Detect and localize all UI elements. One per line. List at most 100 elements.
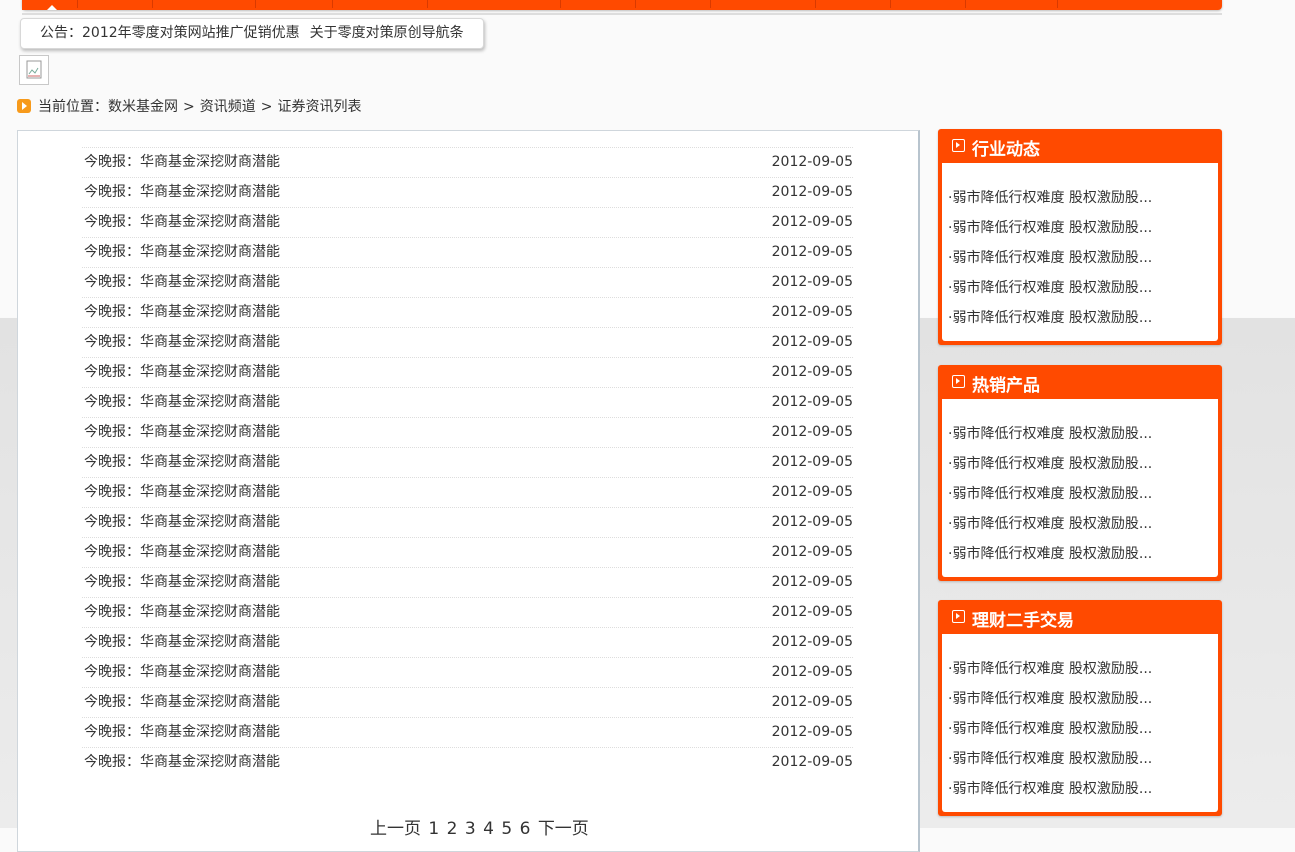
news-title-link[interactable]: 今晚报：华商基金深挖财商潜能 [84, 238, 280, 267]
news-row: 今晚报：华商基金深挖财商潜能 2012-09-05 [82, 717, 853, 747]
page-link[interactable]: 3 [465, 819, 476, 839]
news-title-link[interactable]: 今晚报：华商基金深挖财商潜能 [84, 748, 280, 777]
sidebar-box-header: 热销产品 [938, 365, 1222, 399]
news-title-link[interactable]: 今晚报：华商基金深挖财商潜能 [84, 508, 280, 537]
nav-divider [635, 0, 636, 8]
news-row: 今晚报：华商基金深挖财商潜能 2012-09-05 [82, 537, 853, 567]
sidebar-list-item[interactable]: ·弱市降低行权难度 股权激励股... [948, 684, 1152, 714]
sidebar-box-body: ·弱市降低行权难度 股权激励股... ·弱市降低行权难度 股权激励股... ·弱… [942, 634, 1218, 812]
sidebar-box-body: ·弱市降低行权难度 股权激励股... ·弱市降低行权难度 股权激励股... ·弱… [942, 163, 1218, 341]
sidebar-box-header: 理财二手交易 [938, 600, 1222, 634]
news-list-panel: 今晚报：华商基金深挖财商潜能 2012-09-05 今晚报：华商基金深挖财商潜能 20… [17, 130, 920, 852]
news-row: 今晚报：华商基金深挖财商潜能 2012-09-05 [82, 147, 853, 177]
sidebar-list-item[interactable]: ·弱市降低行权难度 股权激励股... [948, 509, 1152, 539]
sidebar-list-item[interactable]: ·弱市降低行权难度 股权激励股... [948, 449, 1152, 479]
sidebar-list-item[interactable]: ·弱市降低行权难度 股权激励股... [948, 654, 1152, 684]
news-row: 今晚报：华商基金深挖财商潜能 2012-09-05 [82, 627, 853, 657]
news-row: 今晚报：华商基金深挖财商潜能 2012-09-05 [82, 387, 853, 417]
news-title-link[interactable]: 今晚报：华商基金深挖财商潜能 [84, 418, 280, 447]
sidebar-box-secondhand-trading: 理财二手交易 ·弱市降低行权难度 股权激励股... ·弱市降低行权难度 股权激励… [938, 600, 1222, 816]
news-title-link[interactable]: 今晚报：华商基金深挖财商潜能 [84, 628, 280, 657]
news-date: 2012-09-05 [771, 454, 853, 470]
sidebar-list-item[interactable]: ·弱市降低行权难度 股权激励股... [948, 243, 1152, 273]
news-date: 2012-09-05 [771, 364, 853, 380]
notice-label: 公告： [40, 25, 82, 41]
news-row: 今晚报：华商基金深挖财商潜能 2012-09-05 [82, 567, 853, 597]
news-title-link[interactable]: 今晚报：华商基金深挖财商潜能 [84, 598, 280, 627]
sidebar-list-item[interactable]: ·弱市降低行权难度 股权激励股... [948, 303, 1152, 333]
news-row: 今晚报：华商基金深挖财商潜能 2012-09-05 [82, 687, 853, 717]
sidebar-list-item[interactable]: ·弱市降低行权难度 股权激励股... [948, 419, 1152, 449]
sidebar-box-industry-news: 行业动态 ·弱市降低行权难度 股权激励股... ·弱市降低行权难度 股权激励股.… [938, 129, 1222, 345]
sidebar-list-item[interactable]: ·弱市降低行权难度 股权激励股... [948, 479, 1152, 509]
nav-divider [427, 0, 428, 8]
sidebar-list-item[interactable]: ·弱市降低行权难度 股权激励股... [948, 273, 1152, 303]
news-title-link[interactable]: 今晚报：华商基金深挖财商潜能 [84, 688, 280, 717]
news-title-link[interactable]: 今晚报：华商基金深挖财商潜能 [84, 478, 280, 507]
news-row: 今晚报：华商基金深挖财商潜能 2012-09-05 [82, 297, 853, 327]
news-title-link[interactable]: 今晚报：华商基金深挖财商潜能 [84, 148, 280, 177]
sidebar-list-item[interactable]: ·弱市降低行权难度 股权激励股... [948, 774, 1152, 804]
breadcrumb-link-home[interactable]: 数米基金网 [108, 99, 178, 115]
news-title-link[interactable]: 今晚报：华商基金深挖财商潜能 [84, 658, 280, 687]
news-date: 2012-09-05 [771, 514, 853, 530]
news-title-link[interactable]: 今晚报：华商基金深挖财商潜能 [84, 388, 280, 417]
news-row: 今晚报：华商基金深挖财商潜能 2012-09-05 [82, 597, 853, 627]
breadcrumb-separator: > [260, 99, 273, 115]
news-row: 今晚报：华商基金深挖财商潜能 2012-09-05 [82, 477, 853, 507]
news-date: 2012-09-05 [771, 154, 853, 170]
arrow-box-icon [952, 610, 965, 623]
sidebar-box-body: ·弱市降低行权难度 股权激励股... ·弱市降低行权难度 股权激励股... ·弱… [942, 399, 1218, 577]
nav-divider [710, 0, 711, 8]
news-title-link[interactable]: 今晚报：华商基金深挖财商潜能 [84, 538, 280, 567]
news-title-link[interactable]: 今晚报：华商基金深挖财商潜能 [84, 718, 280, 747]
news-date: 2012-09-05 [771, 334, 853, 350]
prev-page-link[interactable]: 上一页 [370, 819, 421, 839]
page-link[interactable]: 6 [520, 819, 531, 839]
news-title-link[interactable]: 今晚报：华商基金深挖财商潜能 [84, 568, 280, 597]
news-title-link[interactable]: 今晚报：华商基金深挖财商潜能 [84, 448, 280, 477]
sidebar-box-title: 理财二手交易 [972, 611, 1074, 631]
news-title-link[interactable]: 今晚报：华商基金深挖财商潜能 [84, 358, 280, 387]
nav-divider [332, 0, 333, 8]
sidebar-box-title: 热销产品 [972, 376, 1040, 396]
breadcrumb-prefix: 当前位置： [38, 99, 108, 115]
news-date: 2012-09-05 [771, 304, 853, 320]
news-date: 2012-09-05 [771, 214, 853, 230]
sidebar-box-hot-products: 热销产品 ·弱市降低行权难度 股权激励股... ·弱市降低行权难度 股权激励股.… [938, 365, 1222, 581]
news-title-link[interactable]: 今晚报：华商基金深挖财商潜能 [84, 208, 280, 237]
top-nav-bar [22, 0, 1222, 10]
news-row: 今晚报：华商基金深挖财商潜能 2012-09-05 [82, 357, 853, 387]
page-link[interactable]: 2 [447, 819, 458, 839]
news-row: 今晚报：华商基金深挖财商潜能 2012-09-05 [82, 327, 853, 357]
sidebar-list-item[interactable]: ·弱市降低行权难度 股权激励股... [948, 714, 1152, 744]
notice-link[interactable]: 2012年零度对策网站推广促销优惠 [82, 25, 300, 41]
sidebar-list-item[interactable]: ·弱市降低行权难度 股权激励股... [948, 183, 1152, 213]
page-link[interactable]: 5 [501, 819, 512, 839]
sidebar-list-item[interactable]: ·弱市降低行权难度 股权激励股... [948, 539, 1152, 569]
news-date: 2012-09-05 [771, 484, 853, 500]
news-title-link[interactable]: 今晚报：华商基金深挖财商潜能 [84, 178, 280, 207]
news-title-link[interactable]: 今晚报：华商基金深挖财商潜能 [84, 298, 280, 327]
next-page-link[interactable]: 下一页 [538, 819, 589, 839]
page-link[interactable]: 1 [428, 819, 439, 839]
notice-link[interactable]: 关于零度对策原创导航条 [310, 25, 464, 41]
page-link[interactable]: 4 [483, 819, 494, 839]
broken-image-icon [19, 55, 49, 85]
sidebar-list-item[interactable]: ·弱市降低行权难度 股权激励股... [948, 744, 1152, 774]
news-title-link[interactable]: 今晚报：华商基金深挖财商潜能 [84, 328, 280, 357]
news-date: 2012-09-05 [771, 184, 853, 200]
sidebar-box-header: 行业动态 [938, 129, 1222, 163]
nav-tab-active[interactable] [22, 0, 77, 10]
sidebar-list-item[interactable]: ·弱市降低行权难度 股权激励股... [948, 213, 1152, 243]
breadcrumb: 当前位置：数米基金网 > 资讯频道 > 证券资讯列表 [17, 98, 361, 116]
news-row: 今晚报：华商基金深挖财商潜能 2012-09-05 [82, 267, 853, 297]
breadcrumb-separator: > [183, 99, 195, 115]
news-row: 今晚报：华商基金深挖财商潜能 2012-09-05 [82, 237, 853, 267]
breadcrumb-link-channel[interactable]: 资讯频道 [200, 99, 256, 115]
news-date: 2012-09-05 [771, 694, 853, 710]
news-date: 2012-09-05 [771, 394, 853, 410]
news-title-link[interactable]: 今晚报：华商基金深挖财商潜能 [84, 268, 280, 297]
nav-divider [1057, 0, 1058, 8]
nav-divider [815, 0, 816, 8]
